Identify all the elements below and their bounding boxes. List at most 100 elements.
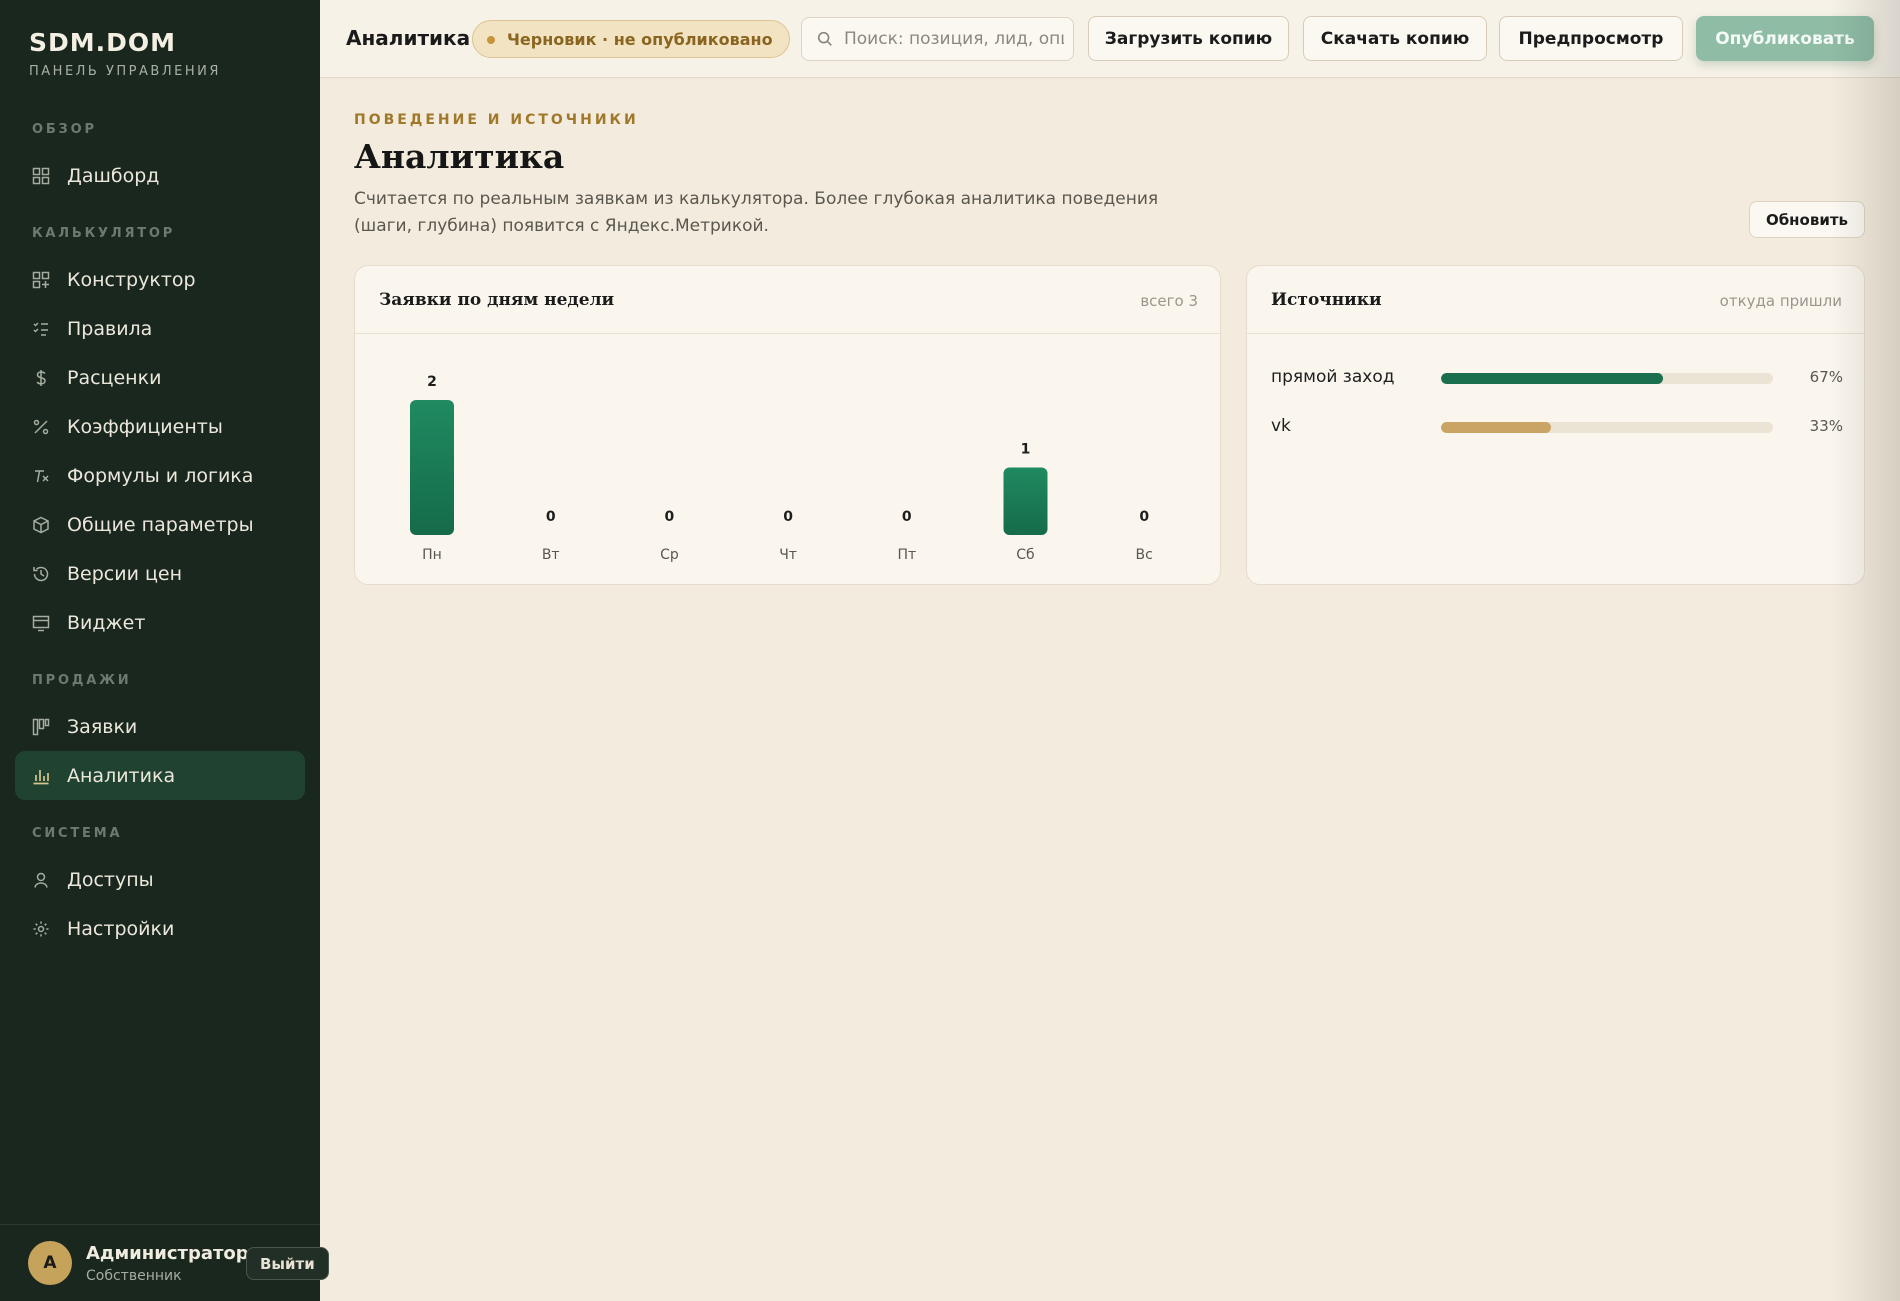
chart-category-label: Чт [779, 547, 797, 563]
nav-section-title: КАЛЬКУЛЯТОР [32, 226, 176, 241]
sidebar-item-kanban[interactable]: Заявки [15, 702, 305, 751]
sources-card: Источники откуда пришли прямой заход 67% v… [1246, 265, 1865, 585]
bar-chart-icon [31, 766, 51, 786]
chart-category-label: Сб [1016, 547, 1034, 563]
gear-icon [31, 919, 51, 939]
constructor-icon [31, 270, 51, 290]
sidebar-item-label: Конструктор [67, 268, 196, 291]
sidebar-item-user[interactable]: Доступы [15, 855, 305, 904]
sidebar: SDM.DOM ПАНЕЛЬ УПРАВЛЕНИЯ ОБЗОР Дашборд КА… [0, 0, 329, 1301]
chart-bar [410, 400, 454, 535]
sidebar-item-label: Расценки [67, 366, 162, 389]
topbar: Аналитика Черновик · не опубликовано Заг… [320, 0, 1900, 78]
kanban-icon [31, 717, 51, 737]
source-bar-fill [1441, 373, 1664, 384]
nav-section-title: ПРОДАЖИ [32, 673, 132, 688]
sidebar-item-label: Коэффициенты [67, 415, 223, 438]
preview-button[interactable]: Предпросмотр [1499, 16, 1683, 61]
brand: SDM.DOM ПАНЕЛЬ УПРАВЛЕНИЯ [29, 28, 221, 79]
sidebar-item-label: Дашборд [67, 164, 160, 187]
sources-card-meta: откуда пришли [1719, 292, 1842, 310]
rules-icon [31, 319, 51, 339]
user-name: Администратор [86, 1242, 249, 1264]
status-dot-icon [487, 36, 495, 44]
source-row: прямой заход 67% [1271, 363, 1843, 393]
edge-shadow [1830, 0, 1900, 1301]
history-icon [31, 564, 51, 584]
sidebar-item-rules[interactable]: Правила [15, 304, 305, 353]
chart-value-label: 0 [546, 509, 556, 525]
search-box [801, 17, 1074, 61]
chart-value-label: 0 [1139, 509, 1149, 525]
sidebar-item-label: Формулы и логика [67, 464, 254, 487]
search-input[interactable] [844, 29, 1064, 49]
brand-subtitle: ПАНЕЛЬ УПРАВЛЕНИЯ [29, 64, 221, 79]
source-bar-fill [1441, 422, 1551, 433]
sidebar-item-bar-chart[interactable]: Аналитика [15, 751, 305, 800]
source-percent: 67% [1809, 368, 1843, 386]
days-card-title: Заявки по дням недели [379, 290, 615, 310]
sidebar-item-dollar[interactable]: Расценки [15, 353, 305, 402]
days-card-total: всего 3 [1140, 292, 1198, 310]
days-chart-svg: 2 Пн 0 Вт 0 Ср 0 Чт 0 Пт 1 Сб 0 Вс [410, 374, 1153, 563]
box-icon [31, 515, 51, 535]
chart-category-label: Пт [897, 547, 916, 563]
sidebar-item-gear[interactable]: Настройки [15, 904, 305, 953]
sidebar-item-box[interactable]: Общие параметры [15, 500, 305, 549]
upload-copy-button[interactable]: Загрузить копию [1088, 16, 1289, 61]
chart-value-label: 1 [1021, 442, 1031, 458]
nav-section-title: СИСТЕМА [32, 826, 123, 841]
user-role: Собственник [86, 1267, 182, 1284]
days-card: Заявки по дням недели всего 3 2 Пн 0 Вт 0 Ср 0… [354, 265, 1221, 585]
sidebar-item-formula[interactable]: Формулы и логика [15, 451, 305, 500]
publish-button[interactable]: Опубликовать [1696, 16, 1874, 61]
source-bar-track [1441, 422, 1773, 433]
search-icon [817, 31, 832, 46]
topbar-title: Аналитика [346, 26, 471, 50]
sidebar-item-constructor[interactable]: Конструктор [15, 255, 305, 304]
status-badge-label: Черновик · не опубликовано [507, 29, 773, 49]
sidebar-item-history[interactable]: Версии цен [15, 549, 305, 598]
days-chart: 2 Пн 0 Вт 0 Ср 0 Чт 0 Пт 1 Сб 0 Вс [355, 334, 1222, 586]
sources-card-title: Источники [1271, 290, 1382, 310]
refresh-button[interactable]: Обновить [1749, 201, 1865, 238]
dollar-icon [31, 368, 51, 388]
chart-value-label: 0 [665, 509, 675, 525]
page-eyebrow: ПОВЕДЕНИЕ И ИСТОЧНИКИ [354, 112, 639, 128]
widget-icon [31, 613, 51, 633]
source-label: vk [1271, 416, 1291, 436]
source-bar-track [1441, 373, 1773, 384]
sidebar-item-label: Правила [67, 317, 153, 340]
status-badge: Черновик · не опубликовано [472, 20, 790, 58]
sidebar-item-label: Версии цен [67, 562, 183, 585]
chart-value-label: 2 [427, 374, 437, 390]
chart-category-label: Вс [1136, 547, 1153, 563]
chart-category-label: Ср [660, 547, 679, 563]
sidebar-item-dashboard[interactable]: Дашборд [15, 151, 305, 200]
source-label: прямой заход [1271, 367, 1395, 387]
sidebar-divider [0, 1224, 320, 1225]
user-profile: А Администратор Собственник [28, 1241, 249, 1285]
source-row: vk 33% [1271, 412, 1843, 442]
sidebar-item-label: Виджет [67, 611, 146, 634]
chart-bar [1003, 467, 1048, 535]
nav-section-title: ОБЗОР [32, 122, 97, 137]
sidebar-item-widget[interactable]: Виджет [15, 598, 305, 647]
chart-category-label: Пн [422, 547, 442, 563]
avatar: А [28, 1241, 72, 1285]
user-icon [31, 870, 51, 890]
sidebar-item-label: Общие параметры [67, 513, 254, 536]
brand-name: SDM.DOM [29, 28, 177, 57]
chart-value-label: 0 [783, 509, 793, 525]
chart-value-label: 0 [902, 509, 912, 525]
sidebar-item-percent[interactable]: Коэффициенты [15, 402, 305, 451]
page-title: Аналитика [354, 137, 565, 176]
sidebar-item-label: Аналитика [67, 764, 176, 787]
percent-icon [31, 417, 51, 437]
page-description: Считается по реальным заявкам из калькул… [354, 189, 1159, 236]
sidebar-nav: ОБЗОР Дашборд КАЛЬКУЛЯТОР Конструктор Правил… [0, 120, 320, 953]
logout-button[interactable]: Выйти [246, 1247, 329, 1280]
download-copy-button[interactable]: Скачать копию [1303, 16, 1487, 61]
source-percent: 33% [1809, 417, 1843, 435]
sidebar-item-label: Доступы [67, 868, 154, 891]
